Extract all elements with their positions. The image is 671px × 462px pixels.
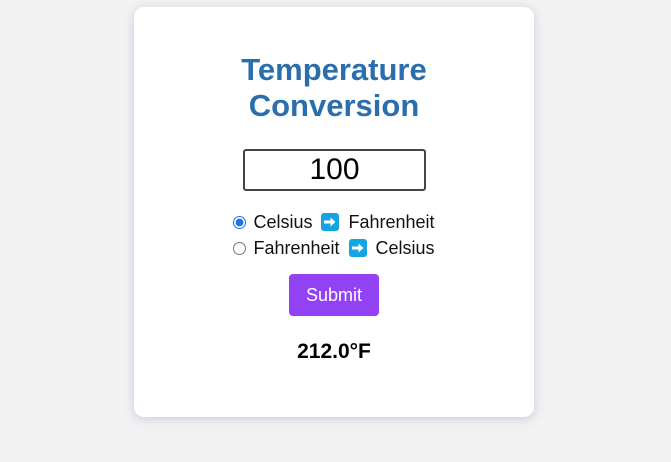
title-line-2: Conversion [248,88,420,123]
option-celsius-to-fahrenheit[interactable]: Celsius Fahrenheit [134,209,534,235]
option-to-label: Fahrenheit [348,211,435,232]
submit-button[interactable]: Submit [289,274,379,316]
option-fahrenheit-to-celsius[interactable]: Fahrenheit Celsius [134,235,534,261]
temperature-input[interactable] [243,149,426,191]
right-arrow-icon [348,239,367,257]
option-from-label: Celsius [253,211,313,232]
option-from-label: Fahrenheit [253,237,340,258]
right-arrow-icon [321,213,340,231]
converter-card: Temperature Conversion Celsius Fahrenhei… [134,7,534,417]
radio-fahrenheit-to-celsius[interactable] [233,241,247,255]
title-line-1: Temperature [241,52,427,87]
option-to-label: Celsius [375,237,435,258]
conversion-result: 212.0°F [297,340,371,363]
radio-celsius-to-fahrenheit[interactable] [233,215,247,229]
page-title: Temperature Conversion [134,52,534,124]
conversion-options: Celsius Fahrenheit Fahrenheit Celsius [134,209,534,261]
